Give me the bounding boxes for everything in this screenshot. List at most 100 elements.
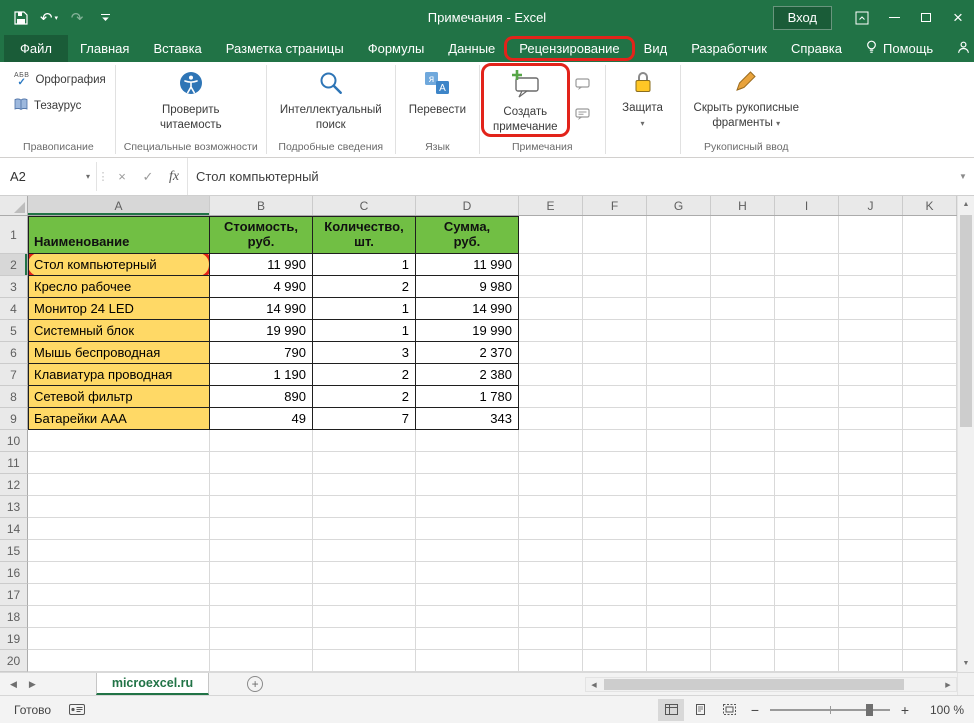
cell-E3[interactable] bbox=[519, 276, 583, 298]
row-header-10[interactable]: 10 bbox=[0, 430, 28, 452]
cell-B18[interactable] bbox=[210, 606, 313, 628]
page-layout-view-button[interactable] bbox=[687, 699, 713, 721]
cell-I13[interactable] bbox=[775, 496, 839, 518]
cell-C6[interactable]: 3 bbox=[313, 342, 416, 364]
cell-A19[interactable] bbox=[28, 628, 210, 650]
cell-J14[interactable] bbox=[839, 518, 903, 540]
cell-E8[interactable] bbox=[519, 386, 583, 408]
cell-I17[interactable] bbox=[775, 584, 839, 606]
cell-B9[interactable]: 49 bbox=[210, 408, 313, 430]
cell-K2[interactable] bbox=[903, 254, 957, 276]
cell-G13[interactable] bbox=[647, 496, 711, 518]
tab-formulas[interactable]: Формулы bbox=[356, 35, 437, 62]
cell-K18[interactable] bbox=[903, 606, 957, 628]
cell-D8[interactable]: 1 780 bbox=[416, 386, 519, 408]
cell-B15[interactable] bbox=[210, 540, 313, 562]
cell-A5[interactable]: Системный блок bbox=[28, 320, 210, 342]
cell-A16[interactable] bbox=[28, 562, 210, 584]
cell-B3[interactable]: 4 990 bbox=[210, 276, 313, 298]
cell-F5[interactable] bbox=[583, 320, 647, 342]
column-header-K[interactable]: K bbox=[903, 196, 957, 215]
cell-E7[interactable] bbox=[519, 364, 583, 386]
cell-E2[interactable] bbox=[519, 254, 583, 276]
scroll-down-arrow[interactable]: ▼ bbox=[958, 655, 974, 672]
ribbon-display-options-button[interactable] bbox=[846, 0, 878, 35]
cell-J16[interactable] bbox=[839, 562, 903, 584]
cell-A3[interactable]: Кресло рабочее bbox=[28, 276, 210, 298]
cell-H17[interactable] bbox=[711, 584, 775, 606]
cell-K6[interactable] bbox=[903, 342, 957, 364]
row-header-8[interactable]: 8 bbox=[0, 386, 28, 408]
column-header-G[interactable]: G bbox=[647, 196, 711, 215]
cell-C5[interactable]: 1 bbox=[313, 320, 416, 342]
cell-J8[interactable] bbox=[839, 386, 903, 408]
cell-H13[interactable] bbox=[711, 496, 775, 518]
check-accessibility-button[interactable]: Проверить читаемость bbox=[152, 65, 230, 133]
cell-H12[interactable] bbox=[711, 474, 775, 496]
share-button[interactable]: Поделиться bbox=[945, 35, 974, 62]
horizontal-scrollbar-thumb[interactable] bbox=[604, 679, 904, 690]
cell-I20[interactable] bbox=[775, 650, 839, 672]
cell-I4[interactable] bbox=[775, 298, 839, 320]
cell-H10[interactable] bbox=[711, 430, 775, 452]
normal-view-button[interactable] bbox=[658, 698, 684, 721]
cell-H18[interactable] bbox=[711, 606, 775, 628]
cell-I18[interactable] bbox=[775, 606, 839, 628]
cell-H4[interactable] bbox=[711, 298, 775, 320]
undo-button[interactable]: ↶ ▾ bbox=[36, 4, 62, 32]
cell-H5[interactable] bbox=[711, 320, 775, 342]
tab-developer[interactable]: Разработчик bbox=[679, 35, 779, 62]
enter-button[interactable]: ✓ bbox=[135, 158, 161, 195]
cell-I15[interactable] bbox=[775, 540, 839, 562]
row-header-16[interactable]: 16 bbox=[0, 562, 28, 584]
cell-G1[interactable] bbox=[647, 216, 711, 254]
row-header-4[interactable]: 4 bbox=[0, 298, 28, 320]
cell-J3[interactable] bbox=[839, 276, 903, 298]
cell-B5[interactable]: 19 990 bbox=[210, 320, 313, 342]
cell-B20[interactable] bbox=[210, 650, 313, 672]
column-header-J[interactable]: J bbox=[839, 196, 903, 215]
cell-J2[interactable] bbox=[839, 254, 903, 276]
column-header-C[interactable]: C bbox=[313, 196, 416, 215]
cell-J17[interactable] bbox=[839, 584, 903, 606]
cell-J1[interactable] bbox=[839, 216, 903, 254]
zoom-level[interactable]: 100 % bbox=[918, 703, 964, 717]
cell-C12[interactable] bbox=[313, 474, 416, 496]
cell-B7[interactable]: 1 190 bbox=[210, 364, 313, 386]
cell-A8[interactable]: Сетевой фильтр bbox=[28, 386, 210, 408]
cell-B1[interactable]: Стоимость, руб. bbox=[210, 216, 313, 254]
hide-ink-button[interactable]: Скрыть рукописные фрагменты ▾ bbox=[686, 65, 807, 131]
cell-F19[interactable] bbox=[583, 628, 647, 650]
cell-C18[interactable] bbox=[313, 606, 416, 628]
cell-I5[interactable] bbox=[775, 320, 839, 342]
cell-J20[interactable] bbox=[839, 650, 903, 672]
cell-F12[interactable] bbox=[583, 474, 647, 496]
cell-K20[interactable] bbox=[903, 650, 957, 672]
cell-F7[interactable] bbox=[583, 364, 647, 386]
cell-H15[interactable] bbox=[711, 540, 775, 562]
cell-C2[interactable]: 1 bbox=[313, 254, 416, 276]
cell-G17[interactable] bbox=[647, 584, 711, 606]
cell-K3[interactable] bbox=[903, 276, 957, 298]
translate-button[interactable]: яA Перевести bbox=[401, 65, 474, 118]
cell-I19[interactable] bbox=[775, 628, 839, 650]
cell-H11[interactable] bbox=[711, 452, 775, 474]
cell-I1[interactable] bbox=[775, 216, 839, 254]
cell-J18[interactable] bbox=[839, 606, 903, 628]
cell-G8[interactable] bbox=[647, 386, 711, 408]
cell-E12[interactable] bbox=[519, 474, 583, 496]
cell-C8[interactable]: 2 bbox=[313, 386, 416, 408]
cell-G11[interactable] bbox=[647, 452, 711, 474]
prev-sheet-arrow[interactable]: ◀ bbox=[10, 679, 17, 690]
sheet-tab-microexcel[interactable]: microexcel.ru bbox=[95, 673, 210, 695]
scroll-up-arrow[interactable]: ▲ bbox=[958, 196, 974, 213]
cell-F4[interactable] bbox=[583, 298, 647, 320]
cell-J5[interactable] bbox=[839, 320, 903, 342]
horizontal-scrollbar[interactable]: ◀ ▶ bbox=[585, 677, 957, 692]
cell-B17[interactable] bbox=[210, 584, 313, 606]
cell-H2[interactable] bbox=[711, 254, 775, 276]
cell-I12[interactable] bbox=[775, 474, 839, 496]
cell-D18[interactable] bbox=[416, 606, 519, 628]
cell-K9[interactable] bbox=[903, 408, 957, 430]
cell-H1[interactable] bbox=[711, 216, 775, 254]
